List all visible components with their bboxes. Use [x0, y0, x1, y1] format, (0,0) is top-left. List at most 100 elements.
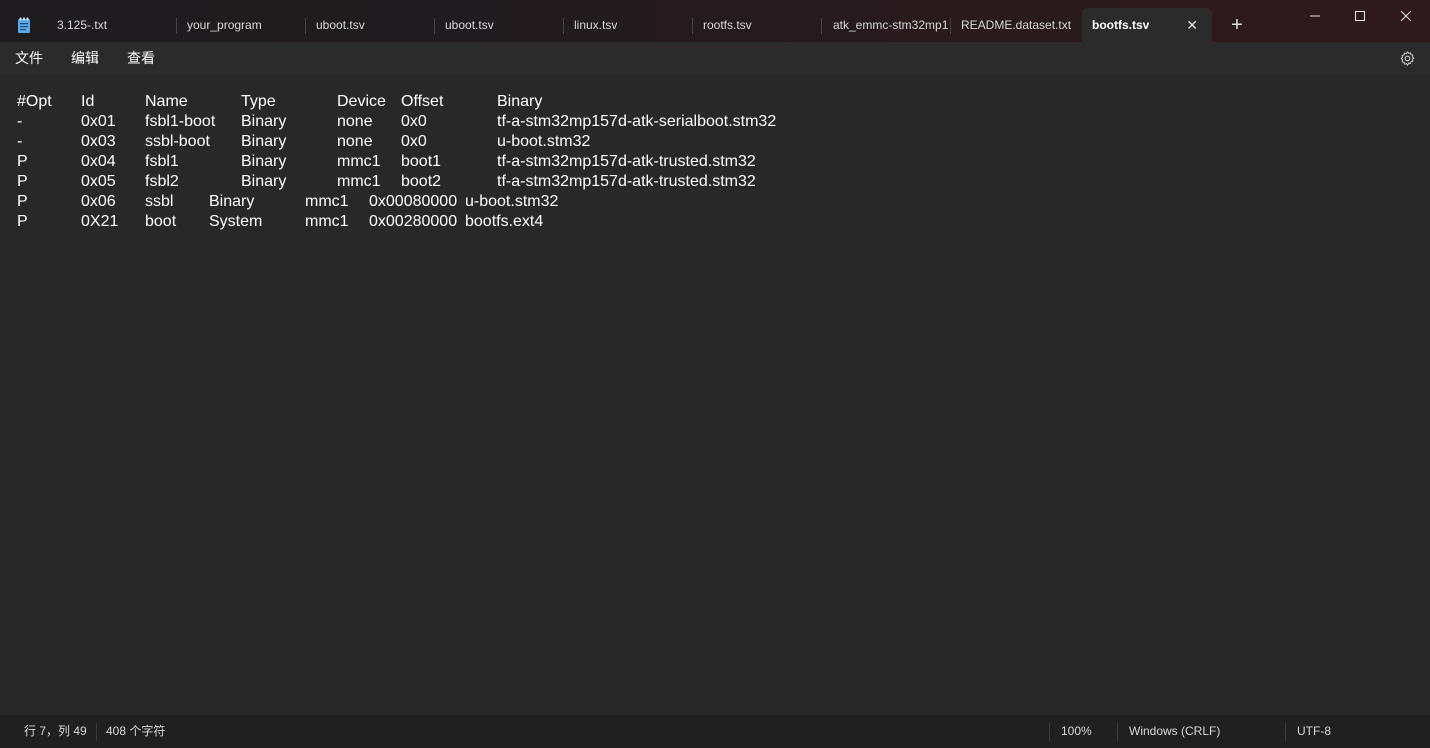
- text-cell: 0x0: [401, 133, 427, 150]
- text-cell: u-boot.stm32: [497, 133, 591, 150]
- text-cell: P: [17, 213, 28, 230]
- tab-readme-dataset[interactable]: README.dataset.txt: [951, 8, 1082, 42]
- text-cell: P: [17, 153, 28, 170]
- text-cell: mmc1: [337, 153, 381, 170]
- new-tab-button[interactable]: +: [1226, 14, 1248, 36]
- text-cell: none: [337, 113, 373, 130]
- character-count: 408 个字符: [106, 724, 166, 738]
- tab-label: your_program: [187, 18, 262, 32]
- tab-label: uboot.tsv: [445, 18, 494, 32]
- close-icon[interactable]: ✕: [1186, 8, 1198, 42]
- status-bar: 行 7，列 49 408 个字符 100% Windows (CRLF) UTF…: [0, 715, 1430, 748]
- notepad-icon: [18, 17, 30, 33]
- menu-view[interactable]: 查看: [127, 42, 155, 75]
- text-cell: -: [17, 133, 23, 150]
- text-cell: fsbl1-boot: [145, 113, 216, 130]
- text-cell: fsbl2: [145, 173, 179, 190]
- text-cell: tf-a-stm32mp157d-atk-trusted.stm32: [497, 173, 756, 190]
- menu-file[interactable]: 文件: [15, 42, 43, 75]
- text-cell: Name: [145, 93, 188, 110]
- text-cell: bootfs.ext4: [465, 213, 544, 230]
- text-cell: Id: [81, 93, 95, 110]
- tab-uboot-tsv-2[interactable]: uboot.tsv: [435, 8, 564, 42]
- tab-uboot-tsv-1[interactable]: uboot.tsv: [306, 8, 435, 42]
- text-cell: boot1: [401, 153, 442, 170]
- text-cell: mmc1: [305, 213, 349, 230]
- text-cell: Offset: [401, 93, 444, 110]
- text-cell: Device: [337, 93, 386, 110]
- window-close-button[interactable]: [1383, 0, 1429, 32]
- text-cell: boot: [145, 213, 177, 230]
- text-cell: 0x03: [81, 133, 116, 150]
- text-cell: Binary: [241, 133, 287, 150]
- text-line: P 0x06 ssbl Binary mmc1 0x00080000 u-boo…: [0, 192, 1400, 212]
- minimize-icon: [1310, 15, 1320, 17]
- text-cell: mmc1: [337, 173, 381, 190]
- text-cell: P: [17, 193, 28, 210]
- line-ending[interactable]: Windows (CRLF): [1129, 715, 1220, 748]
- text-cell: 0x04: [81, 153, 116, 170]
- maximize-icon: [1355, 11, 1365, 21]
- gear-icon[interactable]: [1399, 50, 1416, 67]
- text-cell: Binary: [497, 93, 543, 110]
- text-cell: tf-a-stm32mp157d-atk-trusted.stm32: [497, 153, 756, 170]
- text-cell: u-boot.stm32: [465, 193, 559, 210]
- text-cell: System: [209, 213, 263, 230]
- tab-linux-tsv[interactable]: linux.tsv: [564, 8, 693, 42]
- text-cell: 0x01: [81, 113, 116, 130]
- tab-atk-emmc[interactable]: atk_emmc-stm32mp1: [823, 8, 951, 42]
- text-line: #Opt Id Name Type Device Offset Binary: [0, 92, 1400, 112]
- text-cell: #Opt: [17, 93, 52, 110]
- tab-your-program[interactable]: your_program: [177, 8, 306, 42]
- tab-label: linux.tsv: [574, 18, 618, 32]
- text-cell: ssbl-boot: [145, 133, 210, 150]
- menu-bar: 文件 编辑 查看: [0, 42, 1430, 75]
- text-line: P 0X21 boot System mmc1 0x00280000 bootf…: [0, 212, 1400, 232]
- tab-label: README.dataset.txt: [961, 18, 1072, 32]
- text-cell: -: [17, 113, 23, 130]
- text-editor[interactable]: #Opt Id Name Type Device Offset Binary -…: [0, 75, 1430, 715]
- tab-rootfs-tsv[interactable]: rootfs.tsv: [693, 8, 822, 42]
- tab-separator: [821, 18, 822, 34]
- text-cell: 0x00280000: [369, 213, 458, 230]
- text-cell: boot2: [401, 173, 442, 190]
- status-separator: [1285, 723, 1286, 741]
- tab-label: rootfs.tsv: [703, 18, 752, 32]
- text-cell: 0x0: [401, 113, 427, 130]
- text-cell: Type: [241, 93, 276, 110]
- tab-label: atk_emmc-stm32mp1: [833, 18, 949, 32]
- close-icon: [1400, 10, 1412, 22]
- tab-bootfs-tsv[interactable]: bootfs.tsv ✕: [1082, 8, 1212, 42]
- text-cell: 0x05: [81, 173, 116, 190]
- text-cell: Binary: [209, 193, 255, 210]
- text-line: P 0x05 fsbl2 Binary mmc1 boot2 tf-a-stm3…: [0, 172, 1400, 192]
- tab-label: uboot.tsv: [316, 18, 365, 32]
- text-cell: Binary: [241, 173, 287, 190]
- text-cell: Binary: [241, 113, 287, 130]
- text-cell: P: [17, 173, 28, 190]
- zoom-level[interactable]: 100%: [1061, 715, 1092, 748]
- cursor-position: 行 7，列 49: [24, 724, 87, 738]
- tab-3-125-txt[interactable]: 3.125-.txt: [47, 8, 177, 42]
- status-separator: [1117, 723, 1118, 741]
- minimize-button[interactable]: [1292, 0, 1338, 32]
- title-bar: 3.125-.txt your_program uboot.tsv uboot.…: [0, 0, 1430, 42]
- text-cell: 0x00080000: [369, 193, 458, 210]
- menu-edit[interactable]: 编辑: [71, 42, 99, 75]
- encoding[interactable]: UTF-8: [1297, 715, 1331, 748]
- maximize-button[interactable]: [1337, 0, 1383, 32]
- text-cell: 0X21: [81, 213, 119, 230]
- status-separator: [96, 723, 97, 741]
- text-cell: tf-a-stm32mp157d-atk-serialboot.stm32: [497, 113, 777, 130]
- text-cell: mmc1: [305, 193, 349, 210]
- text-cell: 0x06: [81, 193, 116, 210]
- text-line: P 0x04 fsbl1 Binary mmc1 boot1 tf-a-stm3…: [0, 152, 1400, 172]
- text-cell: none: [337, 133, 373, 150]
- text-line: - 0x01 fsbl1-boot Binary none 0x0 tf-a-s…: [0, 112, 1400, 132]
- text-cell: Binary: [241, 153, 287, 170]
- text-cell: fsbl1: [145, 153, 179, 170]
- tab-label: bootfs.tsv: [1092, 18, 1150, 32]
- status-separator: [1049, 723, 1050, 741]
- text-cell: ssbl: [145, 193, 174, 210]
- text-line: - 0x03 ssbl-boot Binary none 0x0 u-boot.…: [0, 132, 1400, 152]
